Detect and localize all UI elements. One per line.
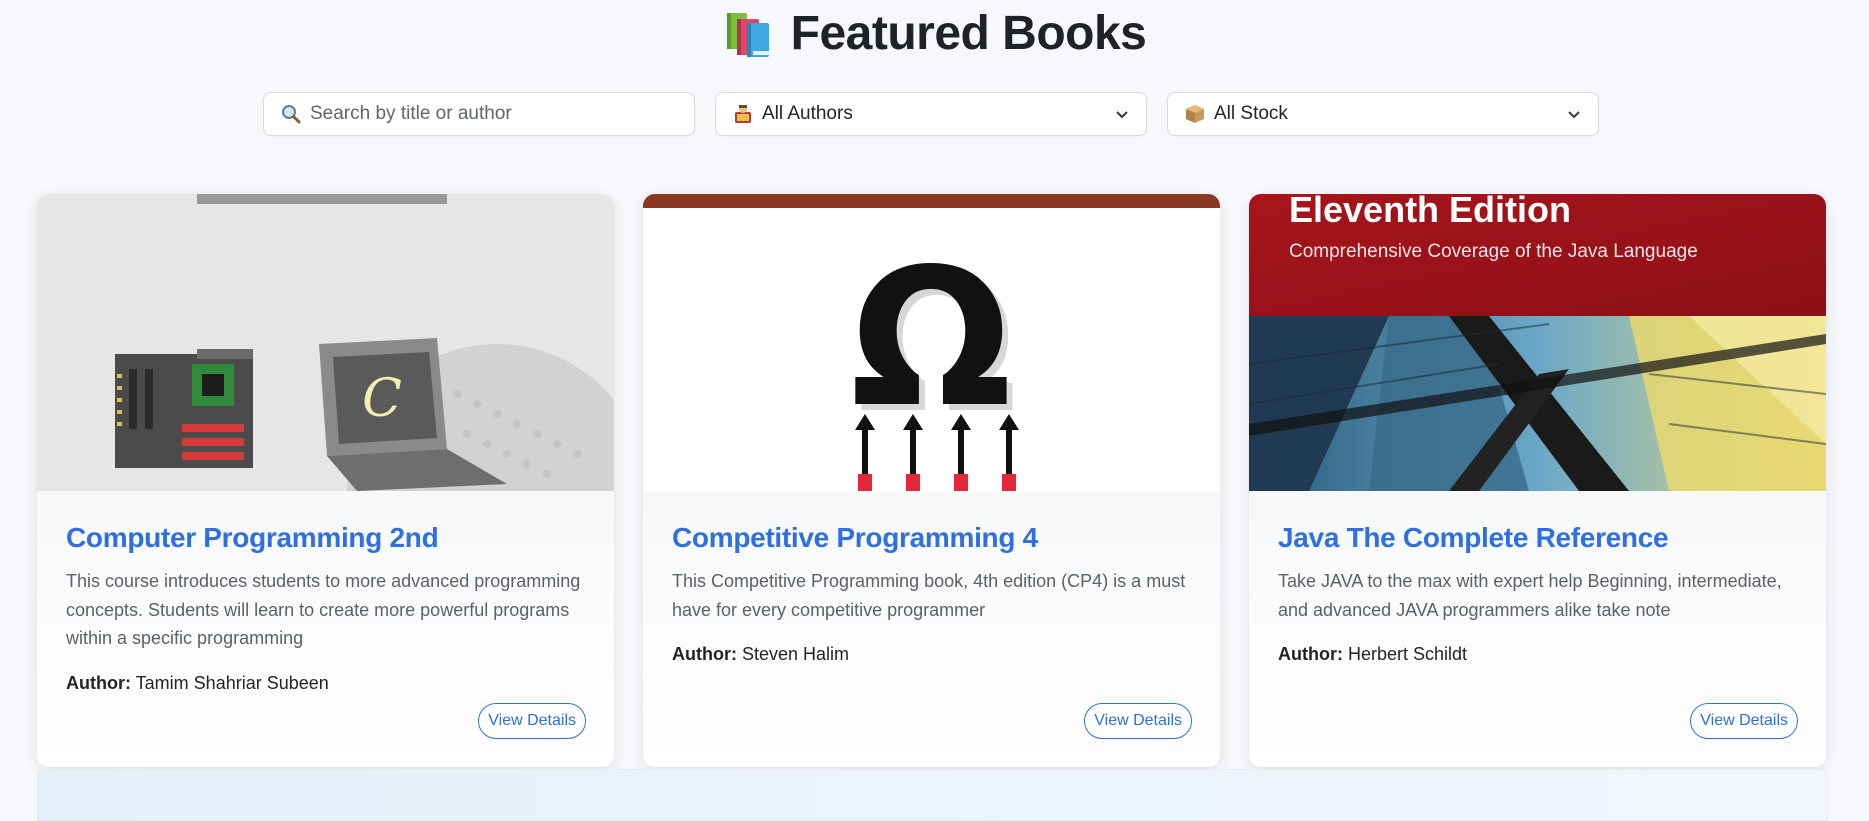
book-description: Take JAVA to the max with expert help Be…	[1278, 571, 1782, 620]
view-details-button[interactable]: View Details	[1084, 703, 1192, 739]
next-section-panel	[37, 769, 1828, 821]
book-card-body: Competitive Programming 4 This Competiti…	[643, 491, 1220, 767]
book-cover-image: C	[37, 194, 614, 491]
book-author: Author: Herbert Schildt	[1278, 644, 1797, 665]
page-title: Featured Books	[790, 7, 1147, 60]
book-grid: C Computer Programming 2nd This course i…	[37, 194, 1826, 767]
book-title[interactable]: Competitive Programming 4	[672, 521, 1191, 555]
search-box[interactable]	[263, 92, 695, 136]
search-input[interactable]	[310, 103, 678, 125]
book-card: Eleventh Edition Comprehensive Coverage …	[1249, 194, 1826, 767]
author-label: Author:	[66, 672, 131, 693]
cover-glyph: Ω	[850, 228, 1012, 449]
cover-edition-text: Eleventh Edition	[1289, 194, 1571, 230]
view-details-button[interactable]: View Details	[1690, 703, 1798, 739]
book-author: Author: Steven Halim	[672, 644, 1191, 665]
author-name: Steven Halim	[742, 644, 850, 664]
stock-select-value: All Stock	[1214, 103, 1288, 124]
books-icon	[726, 12, 769, 57]
book-cover-image: Ω Ω	[643, 194, 1220, 491]
package-icon	[1186, 105, 1204, 123]
author-select-value: All Authors	[762, 103, 853, 124]
author-label: Author:	[672, 644, 737, 664]
book-title[interactable]: Java The Complete Reference	[1278, 521, 1797, 555]
author-label: Author:	[1278, 644, 1343, 664]
book-card-body: Computer Programming 2nd This course int…	[37, 491, 614, 767]
book-author: Author: Tamim Shahriar Subeen	[66, 673, 585, 694]
author-icon	[735, 105, 751, 123]
book-title[interactable]: Computer Programming 2nd	[66, 521, 585, 555]
book-card-body: Java The Complete Reference Take JAVA to…	[1249, 491, 1826, 767]
stock-select[interactable]: All Stock	[1167, 92, 1599, 136]
author-name: Tamim Shahriar Subeen	[135, 672, 329, 693]
cover-subtitle-text: Comprehensive Coverage of the Java Langu…	[1289, 241, 1698, 262]
cover-illustration-computer: C	[37, 194, 614, 491]
chevron-down-icon	[1568, 111, 1580, 119]
search-icon	[282, 105, 301, 124]
cover-illustration-omega: Ω Ω	[643, 194, 1220, 491]
book-card: C Computer Programming 2nd This course i…	[37, 194, 614, 767]
filter-bar: All Authors All Stock	[263, 92, 1599, 136]
book-card: Ω Ω Competitive Programming 4 This Compe…	[643, 194, 1220, 767]
book-cover-image: Eleventh Edition Comprehensive Coverage …	[1249, 194, 1826, 491]
chevron-down-icon	[1116, 111, 1128, 119]
cover-glyph: C	[362, 369, 402, 429]
book-description: This course introduces students to more …	[66, 571, 581, 648]
author-name: Herbert Schildt	[1348, 644, 1468, 664]
cover-illustration-building: Eleventh Edition Comprehensive Coverage …	[1249, 194, 1826, 491]
author-select[interactable]: All Authors	[715, 92, 1147, 136]
view-details-button[interactable]: View Details	[478, 703, 586, 739]
book-description: This Competitive Programming book, 4th e…	[672, 571, 1186, 620]
page-header: Featured Books	[0, 6, 1869, 61]
